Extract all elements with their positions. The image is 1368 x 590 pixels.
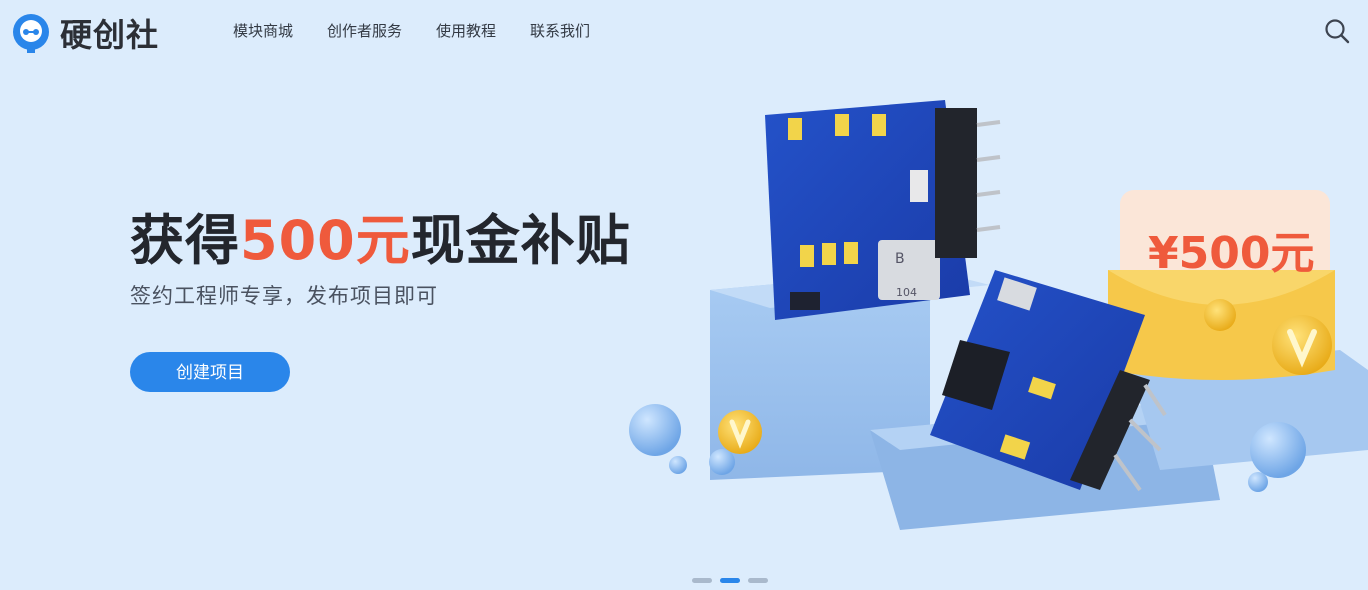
nav-item-creator-services[interactable]: 创作者服务 <box>327 20 402 41</box>
carousel-dot-1[interactable] <box>692 578 712 583</box>
nav-item-tutorials[interactable]: 使用教程 <box>436 20 496 41</box>
main-nav: 模块商城 创作者服务 使用教程 联系我们 <box>233 20 624 41</box>
hero-title-accent: 500元 <box>240 209 411 272</box>
carousel-indicators <box>692 578 776 583</box>
envelope-amount: ¥500元 <box>1148 228 1314 279</box>
nav-item-contact-us[interactable]: 联系我们 <box>530 20 590 41</box>
hero-subtitle: 签约工程师专享，发布项目即可 <box>130 284 438 308</box>
logo-icon <box>13 14 49 53</box>
hero-title-suffix: 现金补贴 <box>410 209 631 272</box>
create-project-button[interactable]: 创建项目 <box>130 352 290 392</box>
hero-title: 获得500元现金补贴 <box>130 196 631 275</box>
search-icon[interactable] <box>1324 18 1350 44</box>
logo[interactable]: 硬创社 <box>10 10 159 56</box>
nav-item-module-store[interactable]: 模块商城 <box>233 20 293 41</box>
hero-title-prefix: 获得 <box>130 209 240 272</box>
pcb-board-back: B 104 <box>765 100 1001 320</box>
logo-text: 硬创社 <box>60 16 160 54</box>
hero-illustration: ¥500元 B 104 <box>629 100 1368 530</box>
coin-small <box>718 410 762 454</box>
carousel-dot-2[interactable] <box>720 578 740 583</box>
chip-marking-b: B <box>895 251 905 267</box>
chip-marking-104: 104 <box>896 286 917 299</box>
coin-large <box>1272 315 1332 375</box>
carousel-dot-3[interactable] <box>748 578 768 583</box>
top-header: 硬创社 模块商城 创作者服务 使用教程 联系我们 <box>0 0 1368 62</box>
